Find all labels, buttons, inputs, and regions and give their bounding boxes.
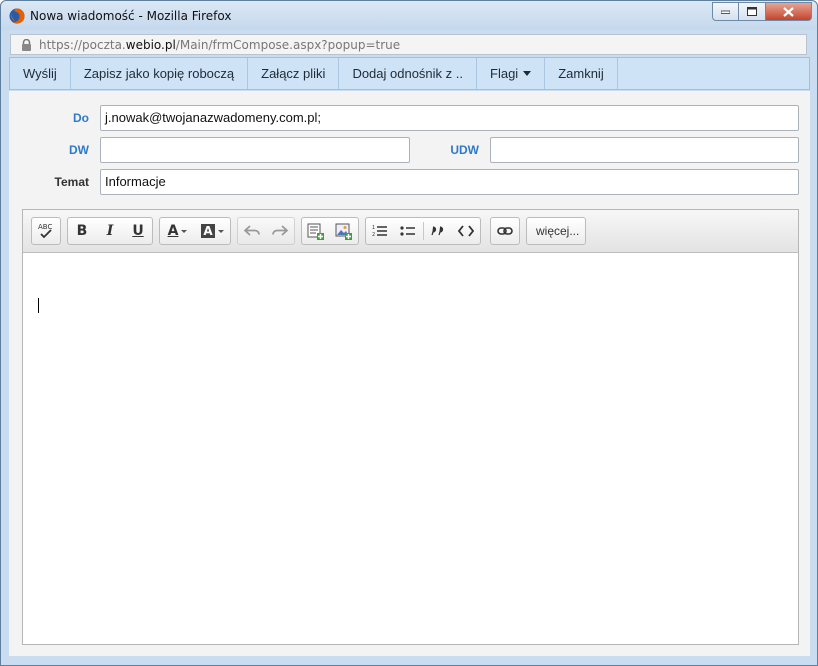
firefox-icon xyxy=(9,8,25,24)
link-icon[interactable] xyxy=(491,218,519,244)
bcc-field[interactable] xyxy=(490,137,799,163)
subject-label: Temat xyxy=(54,175,89,189)
insert-image-icon[interactable] xyxy=(330,218,358,244)
undo-icon[interactable] xyxy=(238,218,266,244)
send-button[interactable]: Wyślij xyxy=(10,58,71,89)
window-controls xyxy=(712,2,812,21)
cc-field[interactable] xyxy=(100,137,410,163)
message-body[interactable] xyxy=(23,254,798,644)
close-button[interactable]: Zamknij xyxy=(545,58,618,89)
blockquote-icon[interactable] xyxy=(424,218,452,244)
save-draft-button[interactable]: Zapisz jako kopię roboczą xyxy=(71,58,249,89)
bullet-list-icon[interactable] xyxy=(394,218,422,244)
insert-group xyxy=(301,217,359,245)
address-bar[interactable]: https://poczta.webio.pl/Main/frmCompose.… xyxy=(10,34,807,55)
more-button[interactable]: więcej... xyxy=(526,217,586,245)
message-editor: ABC B I U A A 1 2 więcej... xyxy=(22,209,799,645)
italic-icon[interactable]: I xyxy=(96,218,124,244)
to-field[interactable]: j.nowak@twojanazwadomeny.com.pl; xyxy=(100,105,799,131)
compose-toolbar: Wyślij Zapisz jako kopię roboczą Załącz … xyxy=(9,57,810,90)
format-group: 1 2 xyxy=(365,217,481,245)
underline-icon[interactable]: U xyxy=(124,218,152,244)
insert-table-icon[interactable] xyxy=(302,218,330,244)
editor-toolbar: ABC B I U A A 1 2 więcej... xyxy=(23,210,798,253)
browser-window: Nowa wiadomość - Mozilla Firefox https:/… xyxy=(0,0,818,666)
spellcheck-icon[interactable]: ABC xyxy=(32,218,60,244)
subject-field[interactable]: Informacje xyxy=(100,169,799,195)
lock-icon xyxy=(22,39,31,51)
compose-form: Do j.nowak@twojanazwadomeny.com.pl; DW U… xyxy=(9,91,810,656)
source-code-icon[interactable] xyxy=(452,218,480,244)
more-label: więcej... xyxy=(536,224,580,238)
to-label: Do xyxy=(73,111,89,125)
redo-icon[interactable] xyxy=(266,218,294,244)
title-bar: Nowa wiadomość - Mozilla Firefox xyxy=(1,1,817,30)
close-icon xyxy=(783,6,794,17)
color-group: A A xyxy=(159,217,231,245)
font-color-icon[interactable]: A xyxy=(160,218,195,244)
chevron-down-icon xyxy=(523,71,532,76)
history-group xyxy=(237,217,295,245)
link-group xyxy=(490,217,520,245)
minimize-button[interactable] xyxy=(712,2,739,21)
url-text: https://poczta.webio.pl/Main/frmCompose.… xyxy=(39,38,401,52)
svg-text:1: 1 xyxy=(372,225,375,231)
spellcheck-group: ABC xyxy=(31,217,61,245)
bold-icon[interactable]: B xyxy=(68,218,96,244)
maximize-icon xyxy=(747,7,757,16)
ordered-list-icon[interactable]: 1 2 xyxy=(366,218,394,244)
cc-label: DW xyxy=(69,143,89,157)
svg-text:2: 2 xyxy=(372,232,375,238)
maximize-button[interactable] xyxy=(739,2,766,21)
attach-files-button[interactable]: Załącz pliki xyxy=(248,58,340,89)
window-title: Nowa wiadomość - Mozilla Firefox xyxy=(30,9,232,23)
close-window-button[interactable] xyxy=(766,2,812,21)
text-style-group: B I U xyxy=(67,217,153,245)
flags-dropdown[interactable]: Flagi xyxy=(477,58,546,89)
minimize-icon xyxy=(721,10,730,14)
add-link-button[interactable]: Dodaj odnośnik z .. xyxy=(339,58,478,89)
bcc-label: UDW xyxy=(450,143,479,157)
background-color-icon[interactable]: A xyxy=(195,218,230,244)
text-cursor xyxy=(38,298,39,313)
